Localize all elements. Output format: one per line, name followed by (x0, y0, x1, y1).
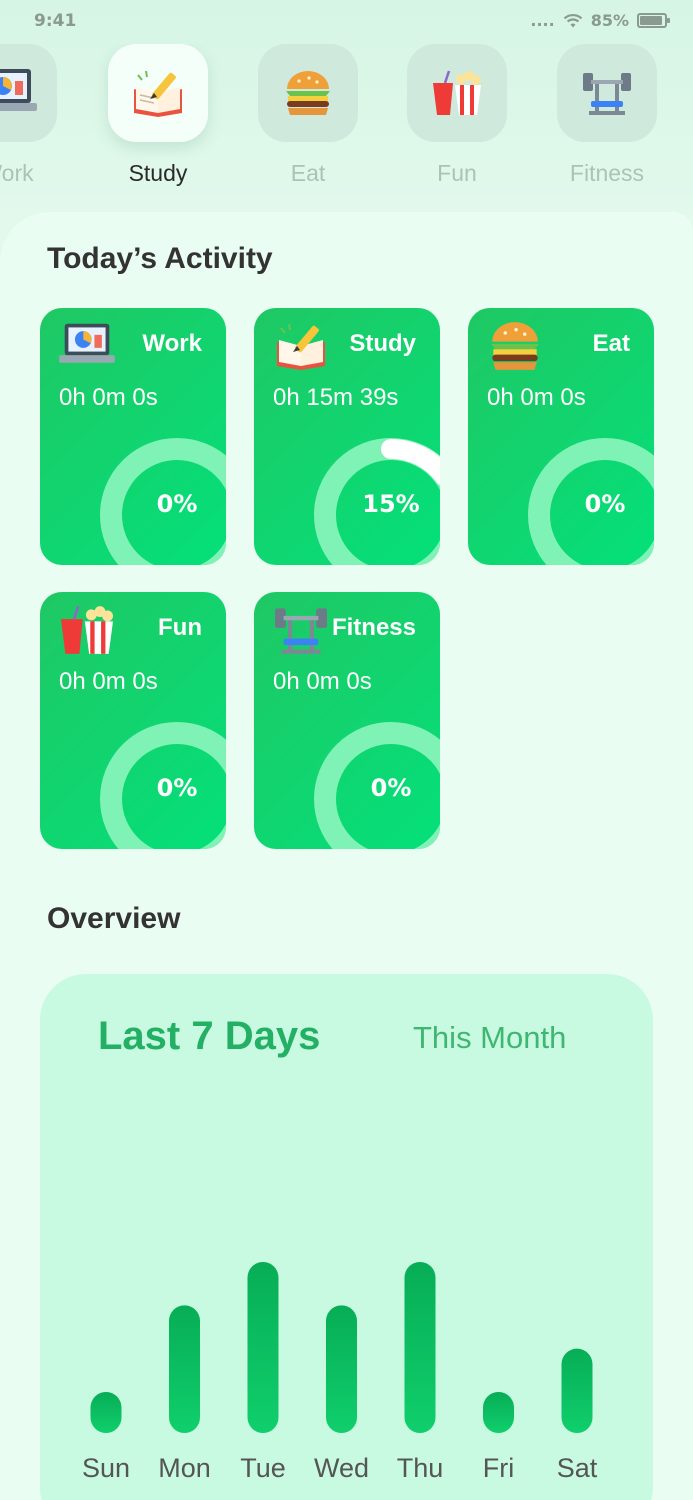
chart-bar-thu (404, 1262, 436, 1433)
weekly-bar-chart: Sun Mon Tue Wed Thu Fri Sat (82, 1262, 598, 1483)
activity-card-fitness[interactable]: Fitness 0h 0m 0s 0% (254, 592, 440, 849)
activity-name: Study (349, 330, 416, 357)
chart-bar-sun (90, 1392, 122, 1433)
category-work-label: Work (0, 160, 34, 186)
burger-icon (286, 71, 330, 115)
activity-percent: 0% (370, 774, 412, 802)
chart-day-label: Wed (314, 1453, 369, 1483)
activity-card-study[interactable]: Study 0h 15m 39s 15% (254, 308, 440, 565)
chart-bar-sat (561, 1348, 593, 1433)
barbell-bench-icon (583, 73, 631, 115)
popcorn-drink-icon (61, 605, 113, 654)
activity-time: 0h 0m 0s (273, 668, 372, 695)
activity-card-fun[interactable]: Fun 0h 0m 0s 0% (40, 592, 226, 849)
activity-percent: 15% (362, 490, 420, 518)
overview-card: Last 7 Days This Month Sun Mon Tue Wed Thu Fr… (40, 974, 653, 1500)
activity-time: 0h 0m 0s (59, 384, 158, 411)
laptop-chart-icon (59, 323, 115, 363)
category-fun[interactable]: Fun (407, 44, 507, 187)
category-fitness[interactable]: Fitness (557, 44, 657, 187)
wifi-icon (563, 13, 582, 27)
laptop-chart-icon (0, 69, 37, 111)
category-fun-box[interactable] (407, 44, 507, 142)
category-fitness-box[interactable] (557, 44, 657, 142)
category-fun-label: Fun (437, 160, 477, 186)
overview-title: Overview (47, 902, 181, 935)
category-study-label: Study (128, 160, 188, 186)
activity-time: 0h 15m 39s (273, 384, 399, 411)
category-eat-box[interactable] (258, 44, 358, 142)
activity-percent: 0% (156, 490, 198, 518)
book-pencil-icon (134, 70, 182, 117)
category-study[interactable]: Study (108, 44, 208, 187)
chart-bar-wed (326, 1305, 357, 1433)
chart-day-label: Fri (483, 1453, 514, 1483)
chart-day-label: Sat (557, 1453, 598, 1483)
battery-icon (637, 13, 670, 28)
battery-percent: 85% (590, 11, 629, 30)
activity-percent: 0% (156, 774, 198, 802)
chart-bar-mon (169, 1305, 200, 1433)
status-indicators: .... 85% (530, 11, 670, 30)
book-pencil-icon (277, 323, 325, 370)
barbell-bench-icon (275, 608, 327, 654)
activity-name: Eat (592, 330, 630, 357)
category-selector: Work Study (0, 44, 693, 204)
chart-bar-tue (247, 1262, 279, 1433)
chart-day-label: Thu (397, 1453, 444, 1483)
activity-name: Work (142, 330, 202, 357)
category-work-box[interactable] (0, 44, 57, 142)
burger-icon (491, 322, 539, 370)
category-eat-label: Eat (290, 160, 326, 186)
chart-day-label: Sun (82, 1453, 130, 1483)
activity-name: Fun (158, 614, 202, 641)
category-eat[interactable]: Eat (258, 44, 358, 187)
category-fitness-label: Fitness (569, 160, 645, 186)
activity-name: Fitness (331, 614, 416, 641)
status-bar: 9:41 .... 85% (0, 0, 693, 44)
activity-card-work[interactable]: Work 0h 0m 0s 0% (40, 308, 226, 565)
activity-percent: 0% (584, 490, 626, 518)
category-work[interactable]: Work (0, 44, 57, 187)
signal-dots: .... (530, 11, 555, 30)
chart-bar-fri (483, 1392, 514, 1433)
chart-day-label: Tue (240, 1453, 286, 1483)
today-activity-title: Today’s Activity (47, 242, 273, 275)
activity-card-eat[interactable]: Eat 0h 0m 0s 0% (468, 308, 654, 565)
popcorn-drink-icon (433, 70, 481, 115)
activity-time: 0h 0m 0s (59, 668, 158, 695)
activity-time: 0h 0m 0s (487, 384, 586, 411)
chart-day-label: Mon (158, 1453, 211, 1483)
status-time: 9:41 (34, 11, 77, 31)
category-study-box[interactable] (108, 44, 208, 142)
